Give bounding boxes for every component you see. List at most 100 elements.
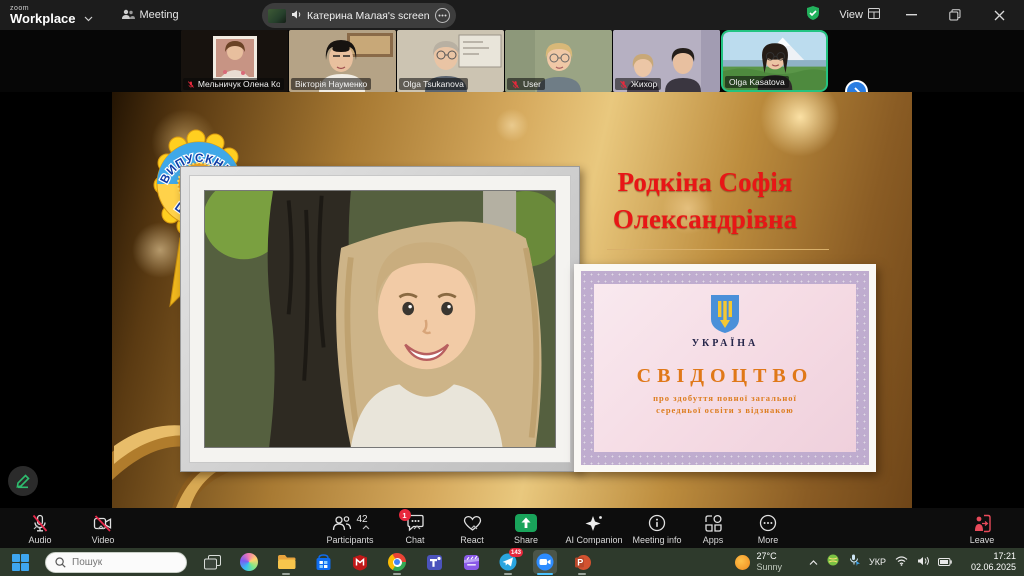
mcafee-button[interactable] [348, 550, 372, 574]
apps-icon [704, 514, 723, 532]
weather-condition: Sunny [756, 562, 782, 573]
powerpoint-button[interactable]: P [570, 550, 594, 574]
battery-icon[interactable] [938, 553, 952, 571]
video-options-chevron[interactable] [97, 517, 105, 535]
more-ellipsis-icon [759, 514, 777, 532]
language-indicator[interactable]: УКР [869, 557, 886, 567]
react-button[interactable]: React [442, 513, 502, 545]
certificate-title: СВІДОЦТВО [637, 365, 814, 388]
video-tile-tsukanova[interactable]: Olga Tsukanova [397, 30, 504, 92]
chat-button[interactable]: 1 Chat [385, 513, 445, 545]
muted-mic-icon [187, 80, 195, 89]
participants-icon [332, 515, 352, 532]
volume-icon[interactable] [917, 553, 929, 571]
video-tile-user[interactable]: User [505, 30, 612, 92]
file-explorer-button[interactable] [274, 550, 298, 574]
share-button[interactable]: Share [495, 513, 557, 545]
store-icon [315, 554, 332, 571]
video-button[interactable]: Video [68, 513, 138, 545]
view-button[interactable]: View [839, 8, 880, 22]
muted-mic-icon [619, 80, 628, 89]
leave-door-icon [972, 514, 992, 533]
gold-divider-line [607, 249, 829, 250]
video-editor-button[interactable] [459, 550, 483, 574]
more-button[interactable]: More [740, 513, 796, 545]
annotate-button[interactable] [8, 466, 38, 496]
teams-button[interactable] [422, 550, 446, 574]
workspace-chevron-down-icon[interactable] [84, 9, 93, 27]
participant-name-tag: User [507, 78, 545, 90]
certificate-image: УКРАЇНА СВІДОЦТВО про здобуття повної за… [574, 264, 876, 472]
tab-meeting[interactable]: Meeting [121, 8, 179, 23]
minimize-button[interactable] [898, 2, 924, 28]
search-input[interactable] [72, 557, 172, 568]
task-view-button[interactable] [200, 550, 224, 574]
shared-screen-preview [268, 9, 286, 23]
meeting-control-bar: Audio Video 42 [0, 508, 1024, 548]
video-tile-melnychuk[interactable]: Мельничук Олена Кос... [181, 30, 288, 92]
zoom-app-icon [536, 553, 554, 571]
svg-text:P: P [577, 557, 583, 567]
mic-in-use-icon[interactable] [848, 553, 860, 571]
info-icon [648, 514, 666, 532]
windows-taskbar: 143 P 27°C Sunny [0, 548, 1024, 576]
student-photo [205, 191, 555, 447]
taskbar-clock[interactable]: 17:21 02.06.2025 [971, 551, 1016, 573]
certificate-subtitle: про здобуття повної загальної середньої … [653, 392, 797, 416]
shared-screen-stage: ВИПУСКНИК ШКОЛИ [0, 92, 1024, 508]
participants-button[interactable]: 42 Participants [310, 513, 390, 545]
audio-button[interactable]: Audio [5, 513, 75, 545]
pencil-icon [15, 473, 31, 489]
ai-sparkle-icon [584, 514, 604, 533]
telegram-button[interactable]: 143 [496, 550, 520, 574]
telegram-unread-badge: 143 [509, 548, 523, 557]
chat-unread-badge: 1 [399, 509, 411, 521]
participant-video-strip: Мельничук Олена Кос... Вікторія Науменко [0, 30, 1024, 92]
taskbar-weather[interactable]: 27°C Sunny [735, 551, 782, 573]
ai-companion-button[interactable]: AI Companion [558, 513, 630, 545]
video-tile-zhykhor[interactable]: Жихор [613, 30, 720, 92]
taskbar-search[interactable] [45, 552, 187, 573]
maximize-button[interactable] [942, 2, 968, 28]
start-button[interactable] [8, 550, 32, 574]
react-options-chevron[interactable] [470, 517, 478, 535]
search-icon [55, 557, 66, 568]
participants-options-chevron[interactable] [362, 517, 370, 535]
share-options-ellipsis-icon[interactable] [435, 8, 450, 23]
powerpoint-icon: P [574, 554, 591, 571]
audio-options-chevron[interactable] [33, 517, 41, 535]
microsoft-store-button[interactable] [311, 550, 335, 574]
folder-icon [277, 554, 296, 570]
chrome-button[interactable] [385, 550, 409, 574]
meeting-info-button[interactable]: Meeting info [622, 513, 692, 545]
security-shield-icon[interactable] [805, 5, 821, 26]
close-button[interactable] [986, 2, 1012, 28]
share-screen-icon [514, 513, 538, 533]
student-name: Родкіна Софія Олександрівна [540, 164, 870, 238]
certificate-trident-emblem [708, 294, 742, 334]
speaker-icon [291, 7, 302, 25]
apps-button[interactable]: Apps [685, 513, 741, 545]
copilot-button[interactable] [237, 550, 261, 574]
chat-options-chevron[interactable] [413, 517, 421, 535]
presentation-slide: ВИПУСКНИК ШКОЛИ [112, 92, 912, 508]
view-layout-icon [868, 8, 880, 22]
participant-name-tag: Olga Tsukanova [399, 78, 468, 90]
weather-temperature: 27°C [756, 551, 782, 562]
tray-app-icon[interactable] [827, 553, 839, 571]
participant-name-tag: Мельничук Олена Кос... [183, 78, 284, 90]
title-bar: zoom Workplace Meeting Катерина Малая's … [0, 0, 1024, 30]
clock-time: 17:21 [971, 551, 1016, 562]
meeting-people-icon [121, 8, 135, 23]
tray-chevron-up-icon[interactable] [809, 553, 818, 571]
windows-logo-icon [12, 554, 29, 571]
wifi-icon[interactable] [895, 553, 908, 571]
participant-name-tag: Жихор [615, 78, 661, 90]
system-tray: УКР [809, 553, 952, 571]
screen-share-indicator[interactable]: Катерина Малая's screen [262, 3, 456, 28]
leave-button[interactable]: Leave [952, 513, 1012, 545]
video-tile-kasatova-active-speaker[interactable]: Olga Kasatova [721, 30, 828, 92]
zoom-app-button[interactable] [533, 550, 557, 574]
video-tile-naumenko[interactable]: Вікторія Науменко [289, 30, 396, 92]
muted-mic-icon [511, 80, 520, 89]
